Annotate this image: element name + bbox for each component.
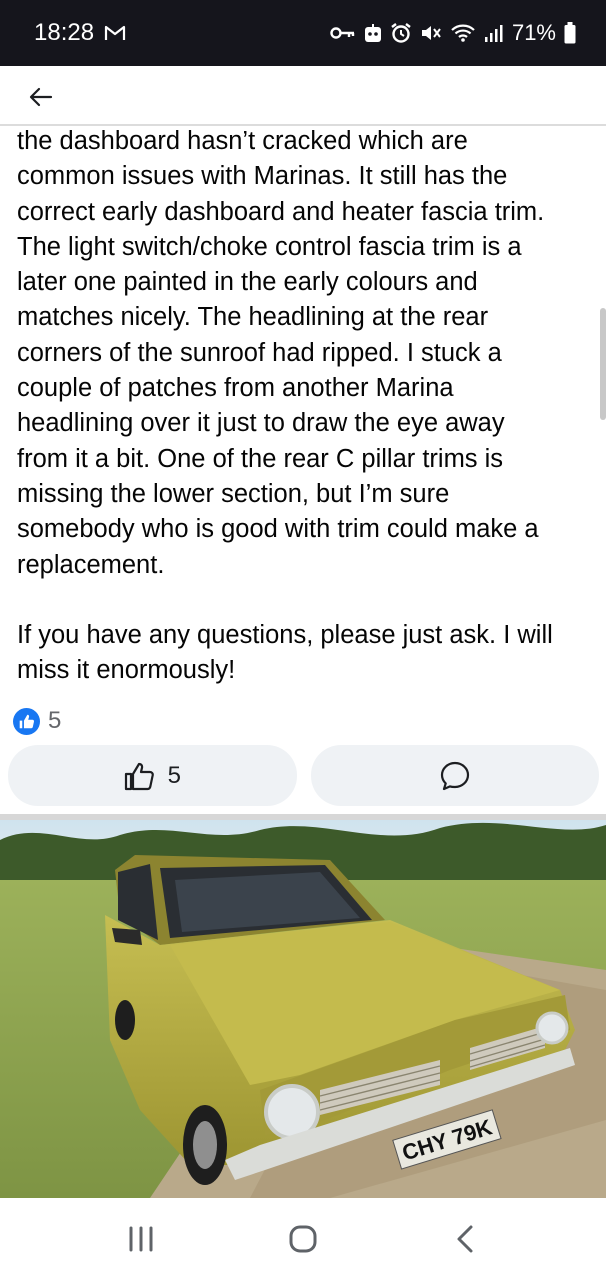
back-chevron-icon: [457, 1225, 473, 1253]
status-right: 71%: [330, 20, 576, 46]
post-text-line: matches nicely. The headlining at the re…: [17, 303, 489, 332]
post-text-line: The light switch/choke control fascia tr…: [17, 232, 522, 261]
recents-icon: [129, 1226, 153, 1252]
comment-icon: [440, 761, 469, 790]
home-icon: [289, 1225, 317, 1253]
post-text-line: If you have any questions, please just a…: [17, 621, 553, 650]
status-time: 18:28: [34, 19, 95, 46]
action-bar: 5: [8, 745, 599, 806]
post-text-line: miss it enormously!: [17, 656, 236, 685]
app-header: [0, 66, 606, 126]
gmail-icon: [104, 24, 126, 42]
post-text-line: the dashboard hasn’t cracked which are: [17, 127, 468, 155]
thumbs-up-icon: [124, 762, 154, 790]
post-paragraph-1: the dashboard hasn’t cracked which are co…: [17, 124, 592, 583]
car-photo: CHY 79K: [0, 820, 606, 1198]
post-text-line: headlining over it just to draw the eye …: [17, 409, 505, 438]
arrow-left-icon: [29, 87, 53, 107]
post-text-line: replacement.: [17, 550, 165, 579]
recents-button[interactable]: [111, 1214, 171, 1264]
battery-percent: 71%: [511, 20, 556, 45]
post-text-line: common issues with Marinas. It still has…: [17, 162, 508, 191]
back-button[interactable]: [24, 82, 58, 112]
mute-icon: [420, 23, 442, 43]
post-text-line: missing the lower section, but I’m sure: [17, 479, 450, 508]
post-text-line: from it a bit. One of the rear C pillar …: [17, 444, 504, 473]
post-text: the dashboard hasn’t cracked which are co…: [17, 124, 592, 689]
robot-icon: [364, 23, 382, 43]
post-text-line: somebody who is good with trim could mak…: [17, 515, 539, 544]
like-button[interactable]: 5: [8, 745, 297, 806]
home-button[interactable]: [273, 1214, 333, 1264]
signal-icon: [484, 23, 504, 43]
like-reaction-icon: [13, 707, 40, 735]
alarm-icon: [390, 22, 412, 44]
navigation-bar: [0, 1198, 606, 1280]
key-icon: [330, 25, 356, 41]
reaction-count: 5: [48, 707, 62, 734]
rear-wheel: [115, 1000, 135, 1040]
like-count: 5: [167, 761, 181, 789]
nav-back-button[interactable]: [435, 1214, 495, 1264]
status-bar: 18:28 71%: [0, 0, 606, 66]
post-photo[interactable]: CHY 79K: [0, 820, 606, 1198]
reaction-summary[interactable]: 5: [13, 706, 61, 736]
post-text-line: couple of patches from another Marina: [17, 374, 454, 403]
battery-icon: [564, 22, 576, 44]
post-text-line: correct early dashboard and heater fasci…: [17, 197, 545, 226]
post-paragraph-2: If you have any questions, please just a…: [17, 618, 592, 689]
post-text-line: later one painted in the early colours a…: [17, 268, 478, 297]
scrollbar-thumb[interactable]: [600, 308, 606, 420]
status-left: 18:28: [34, 19, 126, 47]
wifi-icon: [450, 23, 476, 43]
comment-button[interactable]: [310, 745, 599, 806]
headlight-right: [535, 1011, 569, 1045]
post-text-line: corners of the sunroof had ripped. I stu…: [17, 338, 502, 367]
